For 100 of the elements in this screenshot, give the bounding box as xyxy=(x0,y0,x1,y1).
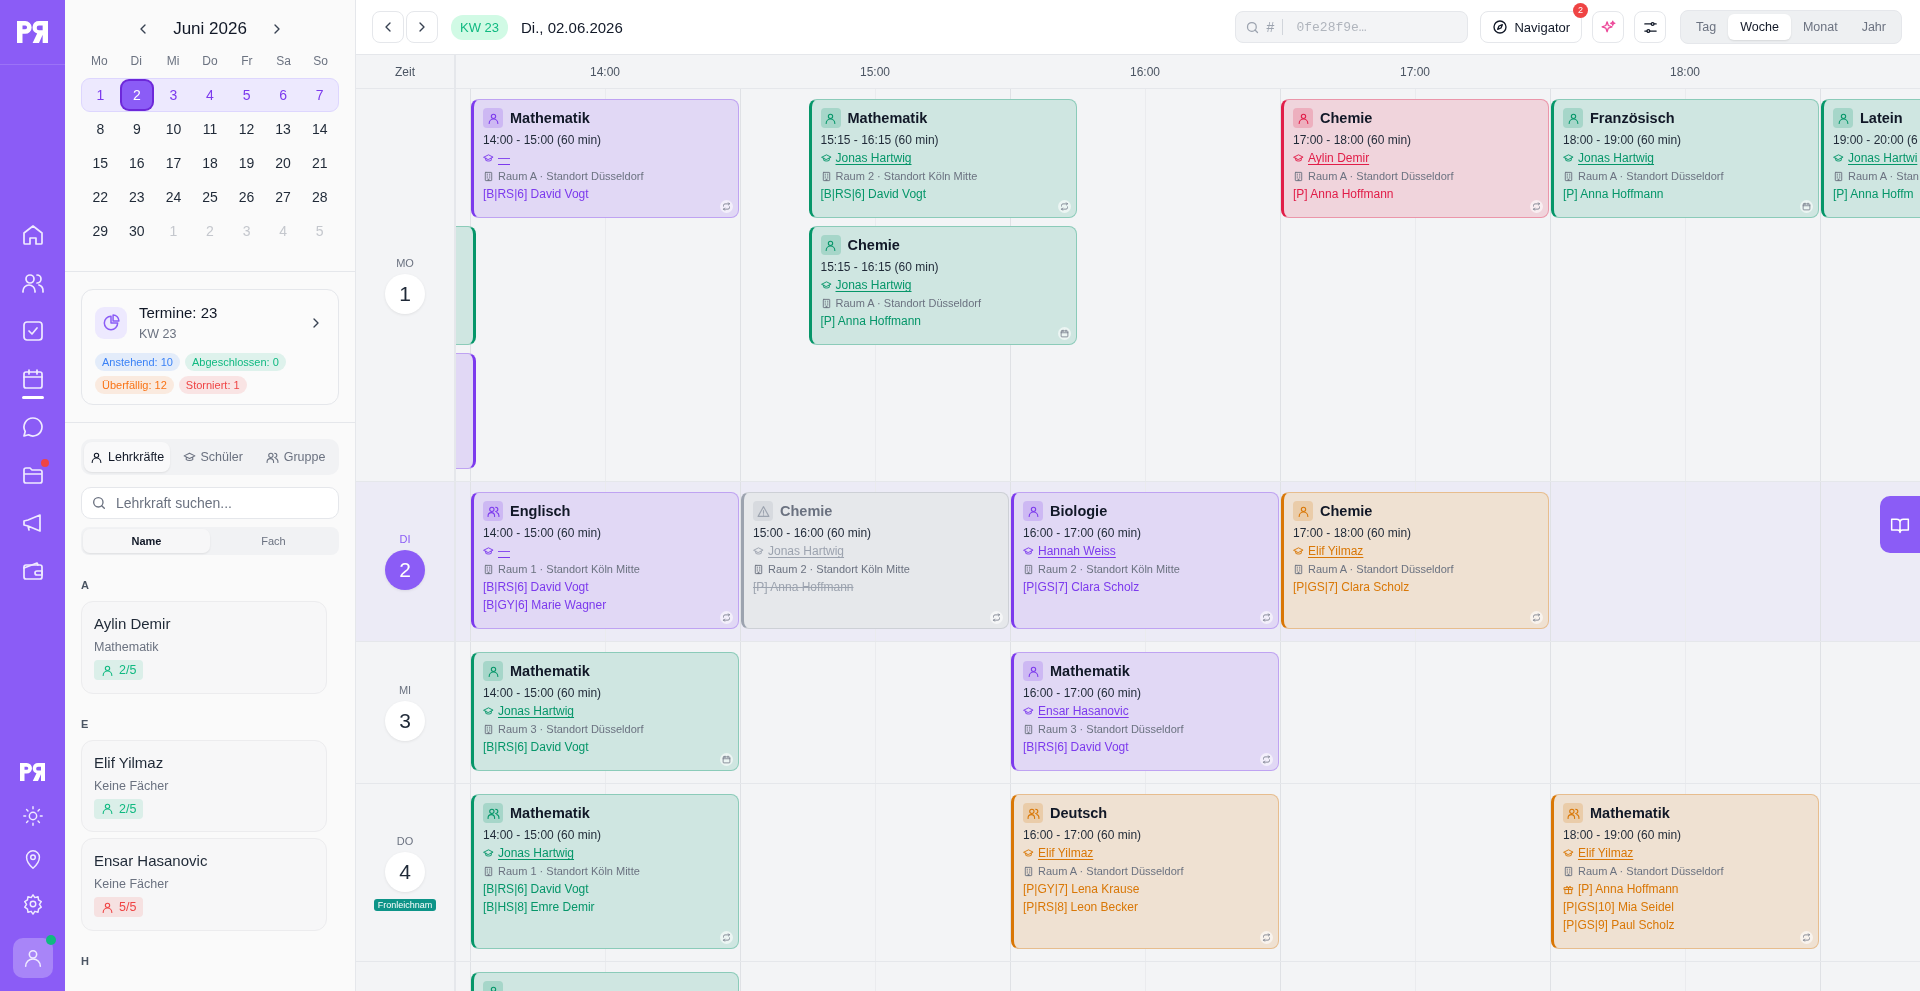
building-icon xyxy=(1023,865,1034,877)
event-card[interactable]: Chemie 17:00 - 18:00 (60 min) Aylin Demir Raum A · Standort Düsseldorf [P] Anna Hoffmann xyxy=(1281,99,1549,218)
person-icon xyxy=(1836,111,1850,125)
event-card[interactable]: Mathematik 14:00 - 15:00 (60 min) Jonas Hartwig Raum 3 · Standort Düsseldorf [B|RS|6] David Vogt xyxy=(471,652,739,771)
calendar-day[interactable]: 3 xyxy=(158,81,189,109)
hour-label: 14:00 xyxy=(590,64,620,79)
person-icon xyxy=(1296,111,1310,125)
calendar-day[interactable]: 21 xyxy=(304,149,335,177)
calendar-day[interactable]: 15 xyxy=(85,149,116,177)
teacher-link[interactable]: — xyxy=(498,542,510,560)
weekday-label: MI xyxy=(398,684,412,696)
room-text: Raum 3 · Standort Düsseldorf xyxy=(498,722,644,737)
sort-option[interactable]: Fach xyxy=(210,529,337,553)
room-text: Raum A · Standort Düsseldorf xyxy=(835,296,981,311)
people-tab[interactable]: Lehrkräfte xyxy=(84,442,171,472)
warning-icon xyxy=(756,504,770,518)
calendar-day[interactable]: 2 xyxy=(121,81,152,109)
teacher-card[interactable]: Ensar Hasanovic Keine Fächer 5/5 xyxy=(81,838,327,931)
calendar-day[interactable]: 5 xyxy=(231,81,262,109)
event-title: Französisch xyxy=(1590,110,1675,126)
event-card[interactable] xyxy=(456,226,476,345)
person-icon xyxy=(101,802,114,815)
calendar-day[interactable]: 1 xyxy=(85,81,116,109)
participant-text: [P] Anna Hoffmann xyxy=(1563,186,1664,203)
view-tab[interactable]: Monat xyxy=(1790,14,1850,40)
calendar-day[interactable]: 23 xyxy=(121,183,152,211)
search-icon xyxy=(1245,20,1261,35)
building-icon xyxy=(483,723,494,735)
calendar-day[interactable]: 12 xyxy=(231,115,262,143)
teacher-search-field[interactable]: Lehrkraft suchen... xyxy=(81,487,339,519)
home-icon xyxy=(20,223,45,247)
event-card[interactable]: Mathematik 14:00 - 15:00 (60 min) — Raum A · Standort Düsseldorf [B|RS|6] David Vogt xyxy=(471,99,739,218)
calendar-day[interactable]: 13 xyxy=(268,115,299,143)
calendar-day[interactable]: 27 xyxy=(268,183,299,211)
event-card[interactable]: Biologie 16:00 - 17:00 (60 min) Hannah Weiss Raum 2 · Standort Köln Mitte [P|GS|7] Clara Scholz xyxy=(1011,492,1279,629)
event-card[interactable]: Mathematik 15:15 - 16:15 (60 min) Jonas Hartwig Raum 2 · Standort Köln Mitte [B|RS|6] David Vogt xyxy=(808,99,1077,218)
event-card[interactable]: Französisch 18:00 - 19:00 (60 min) Jonas Hartwig Raum A · Standort Düsseldorf [P] Anna Hoffmann xyxy=(1551,99,1819,218)
calendar-day[interactable]: 10 xyxy=(158,115,189,143)
building-icon xyxy=(820,170,832,182)
calendar-day[interactable]: 25 xyxy=(195,183,225,211)
event-card[interactable]: Deutsch 16:00 - 17:00 (60 min) Elif Yilmaz Raum A · Standort Düsseldorf [P|GY|7] Lena Krause [P|RS|8] Leon Becker xyxy=(1011,794,1279,949)
filter-button[interactable] xyxy=(1634,11,1667,43)
pie-chart-glyph xyxy=(101,312,121,333)
calendar-day[interactable]: 30 xyxy=(121,217,152,245)
calendar-day[interactable]: 29 xyxy=(85,217,116,245)
event-card[interactable] xyxy=(456,353,476,469)
calendar-day[interactable]: 24 xyxy=(158,183,189,211)
graduation-cap-icon xyxy=(483,152,494,164)
people-tab[interactable]: Gruppe xyxy=(255,442,336,472)
status-chip: Storniert: 1 xyxy=(178,376,247,394)
calendar-day[interactable]: 14 xyxy=(304,115,335,143)
previous-week-button[interactable] xyxy=(372,11,404,43)
event-card[interactable]: Mathematik 16:00 - 17:00 (60 min) Ensar Hasanovic Raum 3 · Standort Düsseldorf [B|RS|6] David Vogt xyxy=(1011,652,1279,771)
event-card[interactable]: Mathematik 14:00 - 15:00 (60 min) Jonas Hartwig Raum 1 · Standort Köln Mitte [B|RS|6] David Vogt [B|HS|8] Emre Demir xyxy=(471,794,739,949)
people-tab[interactable]: Schüler xyxy=(172,442,254,472)
calendar-day[interactable]: 16 xyxy=(121,149,152,177)
calendar-day[interactable]: 18 xyxy=(195,149,225,177)
view-tab[interactable]: Woche xyxy=(1728,14,1791,40)
next-week-button[interactable] xyxy=(406,11,438,43)
sort-option[interactable]: Name xyxy=(83,529,210,553)
person-icon xyxy=(824,111,837,125)
participant-text: [B|RS|6] David Vogt xyxy=(1023,739,1129,756)
calendar-day[interactable]: 7 xyxy=(304,81,335,109)
calendar-day[interactable]: 6 xyxy=(268,81,299,109)
calendar-day[interactable]: 9 xyxy=(121,115,152,143)
event-card[interactable]: Mathematik 18:00 - 19:00 (60 min) Elif Yilmaz Raum A · Standort Düsseldorf [P] Anna Hoffmann [P|GS|10] Mia Seidel [P|GS|9] Paul Scholz xyxy=(1551,794,1819,949)
teacher-link[interactable]: Ensar Hasanovic xyxy=(1038,702,1129,720)
event-card[interactable]: Englisch 14:00 - 15:00 (60 min) — Raum 1 · Standort Köln Mitte [B|RS|6] David Vogt [B|GY|6] Marie Wagner xyxy=(471,492,739,629)
event-card[interactable]: Chemie 15:00 - 16:00 (60 min) Jonas Hartwig Raum 2 · Standort Köln Mitte [P] Anna Hoffmann xyxy=(741,492,1009,629)
participant-text: [P|GS|7] Clara Scholz xyxy=(1023,579,1140,596)
weekday-label: MO xyxy=(396,256,414,269)
teacher-card[interactable]: Aylin Demir Mathematik 2/5 xyxy=(81,601,327,694)
room-text: Raum 2 · Standort Köln Mitte xyxy=(1038,562,1180,577)
room-text: Raum A · Stan xyxy=(1848,169,1919,184)
event-card[interactable]: Latein 19:00 - 20:00 (6 Jonas Hartwi Raum A · Stan [P] Anna Hoffm xyxy=(1821,99,1920,218)
calendar-day[interactable]: 20 xyxy=(268,149,299,177)
logo-icon xyxy=(16,21,49,43)
event-card[interactable]: Chemie 17:00 - 18:00 (60 min) Elif Yilmaz Raum A · Standort Düsseldorf [P|GS|7] Clara Scholz xyxy=(1281,492,1549,629)
teacher-card[interactable]: Elif Yilmaz Keine Fächer 2/5 xyxy=(81,739,327,832)
teacher-link[interactable]: — xyxy=(498,149,510,167)
calendar-day[interactable]: 4 xyxy=(195,81,225,109)
calendar-day[interactable]: 8 xyxy=(85,115,116,143)
calendar-day[interactable]: 28 xyxy=(304,183,335,211)
guide-button[interactable] xyxy=(1880,496,1920,553)
group-icon xyxy=(1566,806,1580,820)
sun-icon xyxy=(21,805,44,827)
person-icon xyxy=(101,663,114,677)
event-card[interactable]: Chemie 15:15 - 16:15 (60 min) Jonas Hartwig Raum A · Standort Düsseldorf [P] Anna Hoffmann xyxy=(808,226,1077,345)
calendar-day[interactable]: 26 xyxy=(231,183,262,211)
view-tab[interactable]: Tag xyxy=(1684,14,1729,40)
holiday-badge: Fronleichnam xyxy=(373,898,437,911)
calendar-day[interactable]: 22 xyxy=(85,183,116,211)
calendar-day[interactable]: 19 xyxy=(231,149,262,177)
ai-button[interactable] xyxy=(1592,11,1625,43)
calendar-day[interactable]: 11 xyxy=(195,115,225,143)
calendar-day[interactable]: 17 xyxy=(158,149,189,177)
view-tab[interactable]: Jahr xyxy=(1849,14,1898,40)
teacher-link[interactable]: Hannah Weiss xyxy=(1038,542,1116,560)
profile-button[interactable] xyxy=(12,938,53,978)
building-icon xyxy=(1023,723,1034,735)
